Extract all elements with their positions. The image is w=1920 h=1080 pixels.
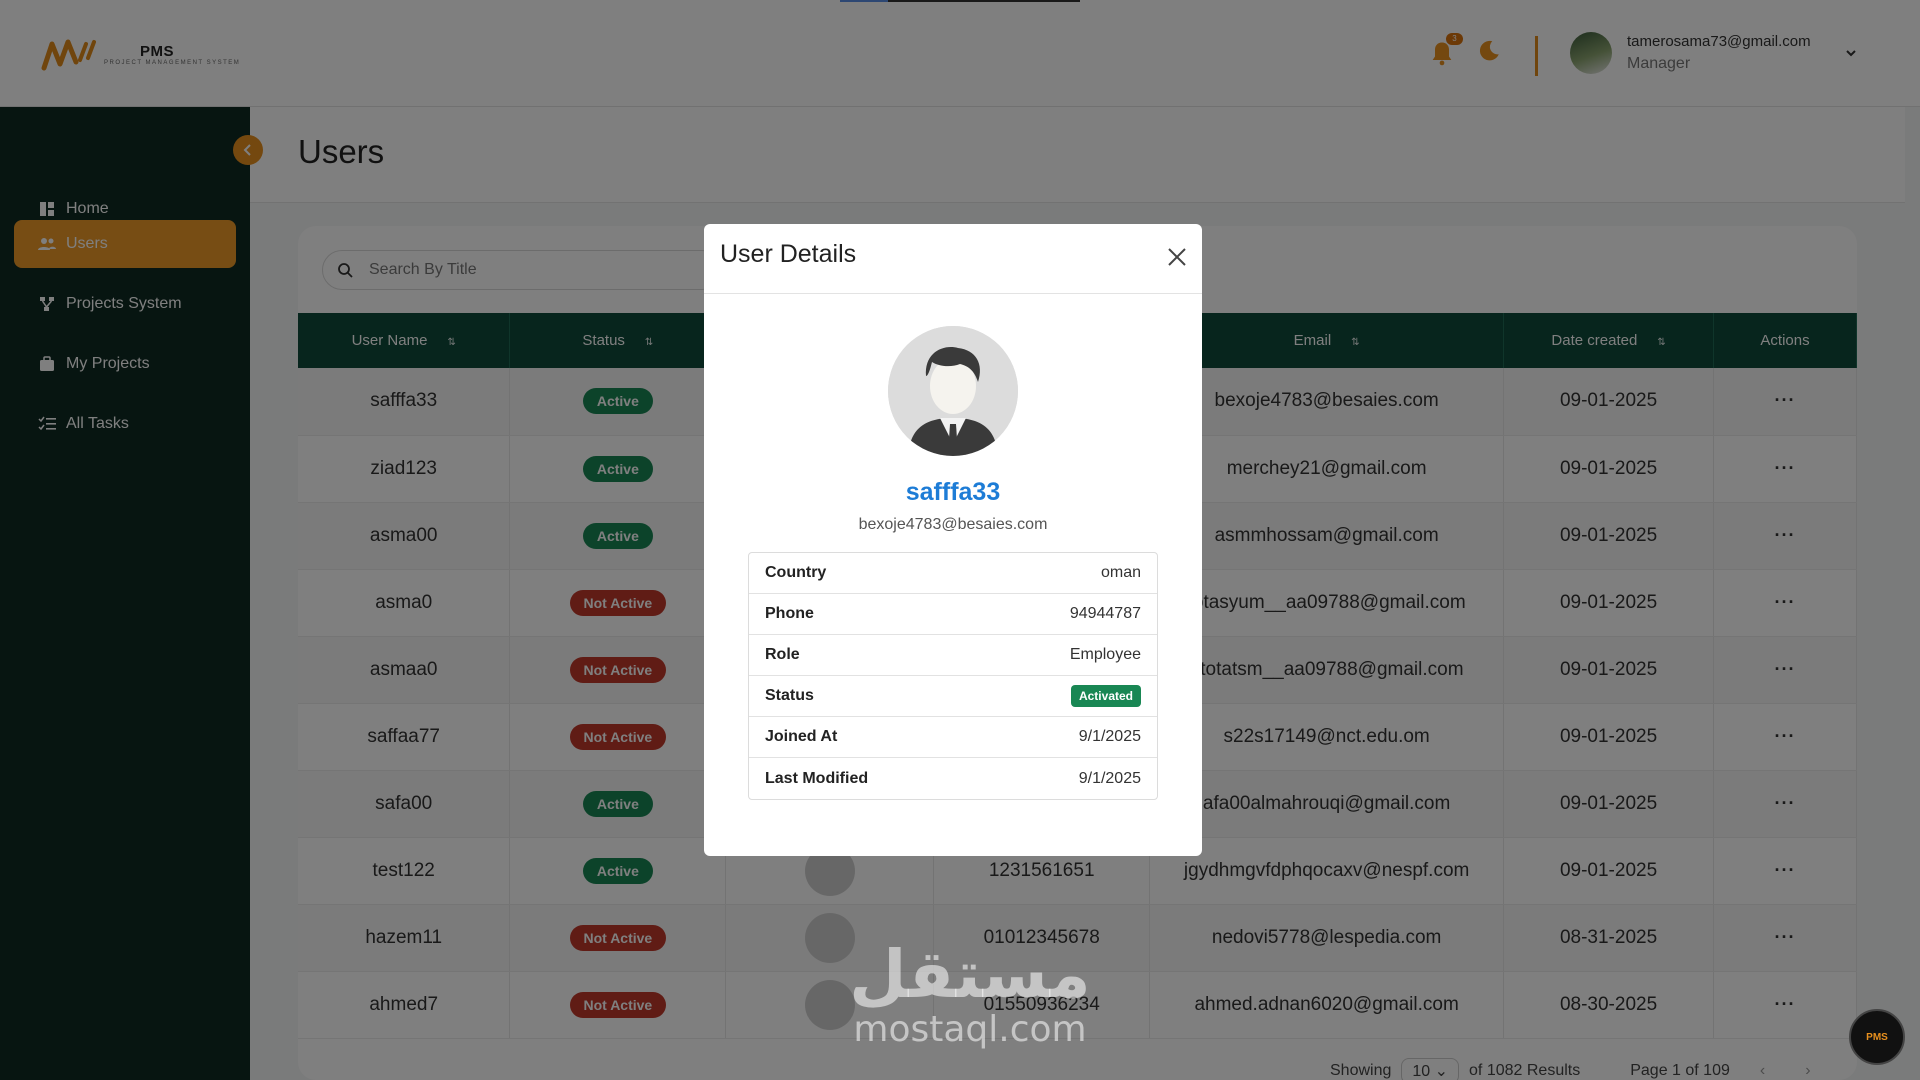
modal-username: safffa33: [905, 478, 1001, 506]
watermark-latin: mostaql.com: [853, 1009, 1087, 1050]
detail-row-last-modified: Last Modified 9/1/2025: [765, 769, 1141, 787]
user-avatar-large: [888, 326, 1018, 456]
detail-row-status: Status Activated: [749, 676, 1157, 717]
watermark-arabic: مستقل: [849, 936, 1091, 1013]
watermark: مستقل mostaql.com: [820, 940, 1120, 1050]
detail-row-role: Role Employee: [749, 635, 1157, 676]
close-icon[interactable]: [1166, 246, 1188, 268]
modal-email: bexoje4783@besaies.com: [858, 516, 1048, 533]
default-user-icon: [888, 326, 1018, 456]
modal-title: User Details: [720, 240, 857, 268]
detail-row-phone: Phone 94944787: [749, 594, 1157, 635]
detail-row-country: Country oman: [749, 553, 1157, 594]
user-details-list: Country oman Phone 94944787 Role Employe…: [748, 552, 1158, 800]
status-badge: Activated: [1070, 685, 1141, 707]
floating-logo-button[interactable]: PMS: [1849, 1009, 1905, 1065]
user-details-modal: User Details safffa33 bexoje4783@besaies…: [704, 224, 1202, 856]
modal-header: User Details: [704, 224, 1202, 294]
detail-row-joined-at: Joined At 9/1/2025: [749, 717, 1157, 758]
